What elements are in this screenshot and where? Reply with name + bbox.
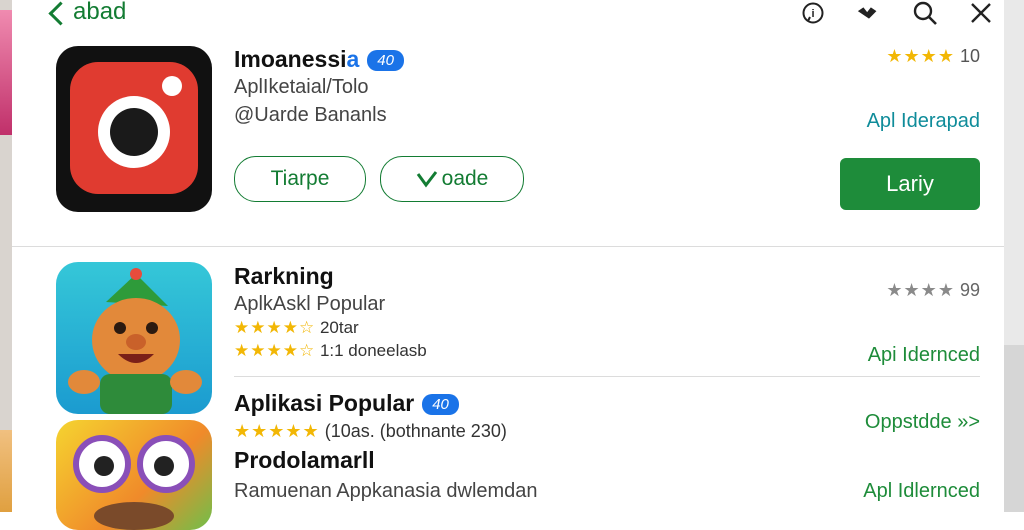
third-subtitle: Ramuenan Appkanasia dwlemdan	[234, 480, 538, 502]
ranking-subtitle: AplkAskl Popular	[234, 293, 386, 315]
top-bar: abad i	[12, 0, 1004, 30]
section-divider	[12, 246, 1004, 247]
row-divider	[234, 376, 980, 377]
scrollbar[interactable]	[1004, 345, 1024, 512]
back-label: abad	[73, 0, 127, 25]
ranking-rating-row-1: ★★★★☆ 20tar	[234, 318, 359, 338]
secondary-button[interactable]: Tiarpe	[234, 156, 366, 202]
close-icon[interactable]	[968, 0, 994, 26]
ranking-rating-row-2: ★★★★☆ 1:1 doneelasb	[234, 341, 427, 361]
back-icon	[48, 0, 73, 26]
download-button[interactable]: oade	[380, 156, 524, 202]
rating-value: 10	[959, 46, 980, 66]
app-category: AplIketaial/Tolo	[234, 76, 369, 98]
rating-stars: ★★★★	[886, 46, 955, 66]
elf-game-icon	[56, 262, 212, 414]
monster-game-icon	[56, 420, 212, 530]
install-button[interactable]: Lariy	[840, 158, 980, 210]
ranking-side-link[interactable]: Api Idernced	[868, 344, 980, 367]
ranking-rating: ★★★★ 99	[886, 280, 980, 301]
info-icon[interactable]: i	[800, 0, 826, 26]
third-title: Prodolamarll	[234, 447, 375, 473]
age-badge: 40	[367, 50, 404, 72]
rating-stars: ★★★★☆	[234, 318, 316, 337]
back-button[interactable]: abad	[48, 0, 127, 26]
rating-stars: ★★★★	[886, 280, 955, 300]
background-right-edge	[1004, 0, 1024, 512]
rating-stars: ★★★★☆	[234, 341, 316, 360]
app-title: Imoanessia 40	[234, 46, 404, 73]
svg-text:i: i	[811, 8, 814, 20]
rating-count: 20tar	[319, 318, 359, 337]
check-icon	[416, 171, 437, 188]
download-count: 1:1 doneelasb	[319, 341, 427, 360]
popular-title: Aplikasi Popular 40	[234, 390, 459, 417]
popular-rating-row: ★★★★★ (10as. (bothnante 230)	[234, 421, 507, 442]
featured-rating: ★★★★ 10	[886, 46, 980, 67]
heart-icon[interactable]	[856, 0, 882, 26]
age-badge: 40	[422, 394, 459, 416]
rating-value: 99	[959, 280, 980, 300]
background-art	[0, 430, 12, 512]
ranking-title: Rarkning	[234, 263, 334, 289]
search-icon[interactable]	[912, 0, 938, 26]
toolbar-icons: i	[800, 0, 994, 26]
download-label: oade	[441, 167, 489, 190]
app-developer: @Uarde Bananls	[234, 104, 387, 126]
rating-stars: ★★★★★	[234, 421, 320, 441]
popular-side-link[interactable]: Oppstdde »>	[865, 411, 980, 434]
background-art	[0, 10, 12, 135]
third-side-link[interactable]: Apl Idlernced	[863, 480, 980, 503]
rating-meta: (10as. (bothnante 230)	[324, 421, 507, 441]
background-left-edge	[0, 0, 12, 512]
featured-side-link[interactable]: Apl Iderapad	[867, 110, 980, 133]
camera-app-icon	[56, 46, 212, 212]
